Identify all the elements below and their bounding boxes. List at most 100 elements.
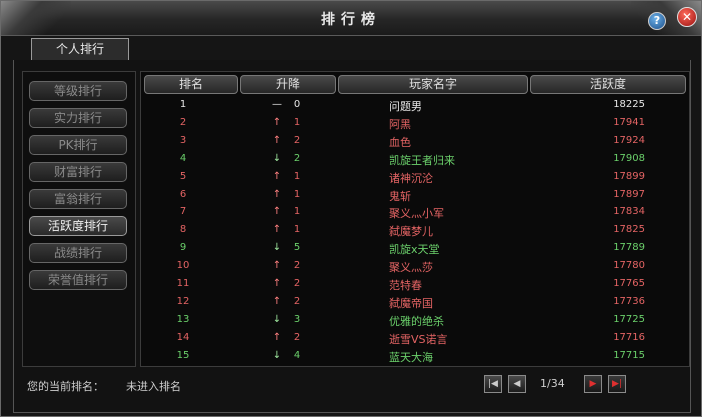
- trend-arrow-icon: ↑: [272, 134, 282, 146]
- rank-cell: 6: [179, 188, 187, 200]
- category-sidebar: 等级排行 实力排行 PK排行 财富排行 富翁排行 活跃度排行 战绩排行 荣誉值排…: [22, 71, 136, 367]
- player-name-cell: 优雅的绝杀: [389, 314, 444, 328]
- sidebar-item-honor[interactable]: 荣誉值排行: [29, 270, 127, 290]
- sidebar-item-record[interactable]: 战绩排行: [29, 243, 127, 263]
- trend-arrow-icon: ↑: [272, 116, 282, 128]
- sidebar-item-rich[interactable]: 富翁排行: [29, 189, 127, 209]
- table-row[interactable]: 1 — 0 问题男 18225: [141, 96, 689, 114]
- first-page-icon: |◀: [488, 379, 498, 389]
- change-cell: 2: [293, 260, 301, 272]
- table-row[interactable]: 7 ↑ 1 聚义灬小军 17834: [141, 203, 689, 221]
- change-cell: 1: [293, 224, 301, 236]
- table-row[interactable]: 15 ↓ 4 蓝天大海 17715: [141, 347, 689, 365]
- score-cell: 17924: [613, 134, 645, 146]
- sidebar-item-level[interactable]: 等级排行: [29, 81, 127, 101]
- table-row[interactable]: 5 ↑ 1 诸神沉沦 17899: [141, 168, 689, 186]
- rank-cell: 5: [179, 170, 187, 182]
- header-change[interactable]: 升降: [240, 75, 336, 94]
- rank-cell: 3: [179, 134, 187, 146]
- rank-cell: 11: [176, 278, 190, 289]
- table-row[interactable]: 2 ↑ 1 阿黑 17941: [141, 114, 689, 132]
- table-row[interactable]: 6 ↑ 1 鬼斩 17897: [141, 186, 689, 204]
- player-name-cell: 阿黑: [389, 117, 411, 131]
- score-cell: 17780: [613, 260, 645, 272]
- trend-arrow-icon: ↑: [272, 278, 282, 289]
- current-rank-label: 您的当前排名：: [27, 380, 104, 393]
- help-button[interactable]: ?: [648, 12, 666, 30]
- table-row[interactable]: 12 ↑ 2 弑魔帝国 17736: [141, 293, 689, 311]
- score-cell: 17716: [613, 331, 645, 343]
- next-page-icon: ▶: [589, 379, 597, 389]
- last-page-button[interactable]: ▶|: [608, 375, 626, 393]
- trend-arrow-icon: ↑: [272, 331, 282, 343]
- last-page-icon: ▶|: [612, 379, 622, 389]
- header-score[interactable]: 活跃度: [530, 75, 686, 94]
- rank-cell: 2: [179, 116, 187, 128]
- change-cell: 5: [293, 242, 301, 254]
- trend-arrow-icon: ↓: [272, 349, 282, 361]
- sidebar-item-wealth[interactable]: 财富排行: [29, 162, 127, 182]
- header-name[interactable]: 玩家名字: [338, 75, 528, 94]
- rank-cell: 14: [176, 331, 190, 343]
- table-row[interactable]: 13 ↓ 3 优雅的绝杀 17725: [141, 311, 689, 329]
- rank-cell: 15: [176, 349, 190, 361]
- player-name-cell: 弑魔梦儿: [389, 225, 433, 239]
- table-row[interactable]: 10 ↑ 2 聚义灬莎 17780: [141, 257, 689, 275]
- tab-personal-ranking[interactable]: 个人排行: [31, 38, 129, 60]
- change-cell: 2: [293, 278, 301, 289]
- trend-arrow-icon: ↑: [272, 170, 282, 182]
- table-row[interactable]: 8 ↑ 1 弑魔梦儿 17825: [141, 221, 689, 239]
- player-name-cell: 逝雪VS诺言: [389, 332, 448, 346]
- trend-arrow-icon: ↑: [272, 295, 282, 307]
- sidebar-item-pk[interactable]: PK排行: [29, 135, 127, 155]
- prev-page-button[interactable]: ◀: [508, 375, 526, 393]
- rank-cell: 1: [179, 99, 187, 110]
- trend-arrow-icon: ↓: [272, 242, 282, 254]
- player-name-cell: 蓝天大海: [389, 350, 433, 364]
- player-name-cell: 弑魔帝国: [389, 296, 433, 310]
- trend-arrow-icon: ↓: [272, 152, 282, 164]
- window-title: 排行榜: [321, 12, 381, 28]
- change-cell: 4: [293, 349, 301, 361]
- sidebar-item-strength[interactable]: 实力排行: [29, 108, 127, 128]
- player-name-cell: 聚义灬莎: [389, 261, 433, 275]
- change-cell: 1: [293, 170, 301, 182]
- rank-cell: 7: [179, 206, 187, 218]
- player-name-cell: 诸神沉沦: [389, 171, 433, 185]
- player-name-cell: 问题男: [389, 100, 422, 113]
- score-cell: 17736: [613, 295, 645, 307]
- player-name-cell: 血色: [389, 135, 411, 149]
- prev-page-icon: ◀: [513, 379, 521, 389]
- score-cell: 17789: [613, 242, 645, 254]
- current-rank-value: 未进入排名: [126, 380, 181, 393]
- rank-cell: 10: [176, 260, 190, 272]
- score-cell: 17825: [613, 224, 645, 236]
- change-cell: 1: [293, 206, 301, 218]
- change-cell: 2: [293, 152, 301, 164]
- score-cell: 18225: [613, 99, 645, 110]
- rank-cell: 8: [179, 224, 187, 236]
- change-cell: 1: [293, 188, 301, 200]
- title-bar: 排行榜 ? ✕: [1, 1, 701, 36]
- player-name-cell: 凯旋王者归来: [389, 153, 455, 167]
- table-row[interactable]: 9 ↓ 5 凯旋x天堂 17789: [141, 239, 689, 257]
- rank-cell: 4: [179, 152, 187, 164]
- score-cell: 17834: [613, 206, 645, 218]
- next-page-button[interactable]: ▶: [584, 375, 602, 393]
- first-page-button[interactable]: |◀: [484, 375, 502, 393]
- close-button[interactable]: ✕: [677, 7, 697, 27]
- header-rank[interactable]: 排名: [144, 75, 238, 94]
- score-cell: 17725: [613, 313, 645, 325]
- change-cell: 2: [293, 134, 301, 146]
- trend-arrow-icon: ↑: [272, 188, 282, 200]
- change-cell: 2: [293, 331, 301, 343]
- table-row[interactable]: 4 ↓ 2 凯旋王者归来 17908: [141, 150, 689, 168]
- rank-cell: 12: [176, 295, 190, 307]
- table-row[interactable]: 3 ↑ 2 血色 17924: [141, 132, 689, 150]
- score-cell: 17897: [613, 188, 645, 200]
- trend-arrow-icon: ↓: [272, 313, 282, 325]
- table-row[interactable]: 11 ↑ 2 范特春 17765: [141, 275, 689, 293]
- table-row[interactable]: 14 ↑ 2 逝雪VS诺言 17716: [141, 329, 689, 347]
- trend-arrow-icon: ↑: [272, 206, 282, 218]
- sidebar-item-activity[interactable]: 活跃度排行: [29, 216, 127, 236]
